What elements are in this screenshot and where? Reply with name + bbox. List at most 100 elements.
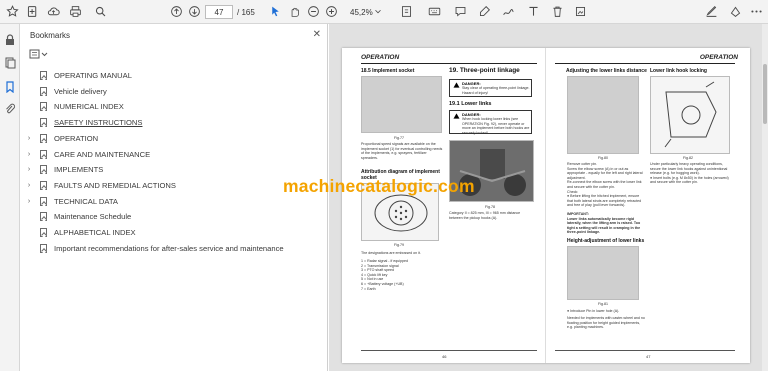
fill-sign-icon[interactable]	[727, 3, 743, 20]
figure-80	[567, 76, 639, 154]
cloud-upload-icon[interactable]	[45, 3, 61, 20]
page-number-input[interactable]: 47	[205, 5, 233, 19]
bookmark-item[interactable]: SAFETY INSTRUCTIONS	[20, 115, 328, 130]
page-number: 46	[442, 354, 447, 359]
sign-icon[interactable]	[703, 3, 719, 20]
page-header: OPERATION	[361, 54, 400, 61]
zoom-out-icon[interactable]	[306, 3, 320, 20]
section-heading: 19.1 Lower links	[449, 101, 492, 107]
figure-82	[650, 76, 730, 154]
page-gutter	[545, 48, 546, 363]
bookmark-item[interactable]: NUMERICAL INDEX	[20, 99, 328, 114]
warning-icon	[453, 113, 460, 119]
bookmark-label: Vehicle delivery	[54, 86, 107, 96]
chevron-right-icon[interactable]: ›	[24, 135, 34, 142]
page-header: OPERATION	[699, 54, 738, 61]
section-heading: Lower link hook locking	[650, 68, 707, 74]
bookmark-item[interactable]: › TECHNICAL DATA	[20, 194, 328, 209]
bookmark-icon[interactable]	[4, 80, 16, 94]
bookmark-label: Maintenance Schedule	[54, 212, 132, 222]
scroll-thumb[interactable]	[763, 64, 767, 124]
page-left: OPERATION 18.5 Implement socket Fig.77 P…	[342, 48, 546, 363]
bookmark-label: Important recommendations for after-sale…	[54, 243, 284, 253]
bookmark-item[interactable]: › OPERATION	[20, 131, 328, 146]
chevron-right-icon[interactable]: ›	[24, 166, 34, 173]
paragraph: Proportional speed signals are available…	[361, 142, 443, 160]
select-cursor-icon[interactable]	[268, 3, 282, 20]
chevron-down-icon[interactable]	[373, 3, 383, 20]
zoom-level[interactable]: 45,2%	[350, 5, 373, 19]
chevron-right-icon[interactable]: ›	[24, 151, 34, 158]
figure-caption: Fig.79	[394, 243, 404, 247]
page-up-icon[interactable]	[168, 3, 184, 20]
fit-page-icon[interactable]	[398, 3, 414, 20]
bookmark-item[interactable]: › IMPLEMENTS	[20, 162, 328, 177]
search-icon[interactable]	[92, 3, 108, 20]
danger-box: DANGER: When hook locking lower links (s…	[449, 110, 532, 135]
section-heading: Height-adjustment of lower links	[567, 238, 645, 244]
star-icon[interactable]	[4, 3, 20, 20]
page-down-icon[interactable]	[186, 3, 202, 20]
chevron-right-icon[interactable]: ›	[24, 198, 34, 205]
close-icon[interactable]: ✕	[313, 29, 321, 40]
danger-text: When hook locking lower links (see OPERA…	[462, 117, 530, 135]
bookmark-icon	[40, 228, 47, 237]
bookmark-item[interactable]: Vehicle delivery	[20, 84, 328, 99]
danger-box: DANGER: Stay clear of operating three-po…	[449, 79, 532, 97]
bookmark-item[interactable]: ALPHABETICAL INDEX	[20, 225, 328, 240]
bookmark-item[interactable]: OPERATING MANUAL	[20, 68, 328, 83]
figure-81	[567, 246, 639, 300]
figure-caption: Fig.81	[598, 302, 608, 306]
page-number: 47	[646, 354, 651, 359]
bookmarks-panel: Bookmarks ✕ OPERATING MANUAL Vehicle deli…	[20, 24, 328, 371]
more-options-icon[interactable]	[749, 3, 763, 20]
bookmark-label: TECHNICAL DATA	[54, 196, 118, 206]
paragraph: The designations are embossed on it.	[361, 251, 421, 255]
page-count: / 165	[237, 7, 255, 17]
section-heading: Adjusting the lower links distance	[566, 68, 647, 74]
attachment-icon[interactable]	[4, 102, 16, 114]
bookmark-label: NUMERICAL INDEX	[54, 102, 124, 112]
page-spread: OPERATION 18.5 Implement socket Fig.77 P…	[342, 48, 750, 363]
draw-icon[interactable]	[500, 3, 516, 20]
zoom-in-icon[interactable]	[324, 3, 338, 20]
bookmark-label: IMPLEMENTS	[54, 165, 104, 175]
stamp-icon[interactable]	[572, 3, 588, 20]
bookmark-options-icon[interactable]	[29, 48, 49, 60]
vertical-scrollbar[interactable]	[762, 24, 768, 371]
bookmark-item[interactable]: › FAULTS AND REMEDIAL ACTIONS	[20, 178, 328, 193]
toolbar: 47 / 165 45,2%	[0, 0, 768, 24]
add-file-icon[interactable]	[24, 3, 40, 20]
hand-tool-icon[interactable]	[287, 3, 301, 20]
keyboard-icon[interactable]	[426, 3, 442, 20]
danger-text: Stay clear of operating three-point link…	[462, 86, 530, 95]
bookmark-item[interactable]: Important recommendations for after-sale…	[20, 241, 328, 256]
figure-caption: Fig.82	[683, 156, 693, 160]
comment-icon[interactable]	[452, 3, 468, 20]
text-tool-icon[interactable]	[525, 3, 541, 20]
print-icon[interactable]	[67, 3, 83, 20]
lock-icon[interactable]	[4, 33, 16, 45]
figure-77	[361, 76, 442, 133]
bookmark-icon	[40, 86, 47, 96]
figure-caption: Fig.78	[485, 205, 495, 209]
bookmark-icon	[40, 149, 47, 159]
highlight-icon[interactable]	[476, 3, 492, 20]
delete-icon[interactable]	[549, 3, 565, 20]
paragraph: ● Introduce Pin in lower hole (A).	[567, 309, 620, 313]
bookmark-item[interactable]: Maintenance Schedule	[20, 209, 328, 224]
bookmark-icon	[40, 71, 47, 80]
bookmark-icon	[40, 196, 47, 206]
chevron-right-icon[interactable]: ›	[24, 182, 34, 189]
bookmark-icon	[40, 133, 47, 143]
document-view: OPERATION 18.5 Implement socket Fig.77 P…	[329, 24, 768, 371]
paragraph: Category II = 825 mm, III = 965 mm dista…	[449, 211, 521, 220]
important-note: IMPORTANT: Lower links automatically bec…	[567, 212, 641, 235]
side-rail	[0, 24, 20, 371]
paragraph: Remove cotter pin. Screw the elbow screw…	[567, 162, 643, 208]
warning-icon	[453, 82, 460, 88]
pages-icon[interactable]	[4, 56, 16, 69]
bookmark-item[interactable]: › CARE AND MAINTENANCE	[20, 147, 328, 162]
bookmark-icon	[40, 180, 47, 190]
bookmark-icon	[40, 212, 47, 222]
